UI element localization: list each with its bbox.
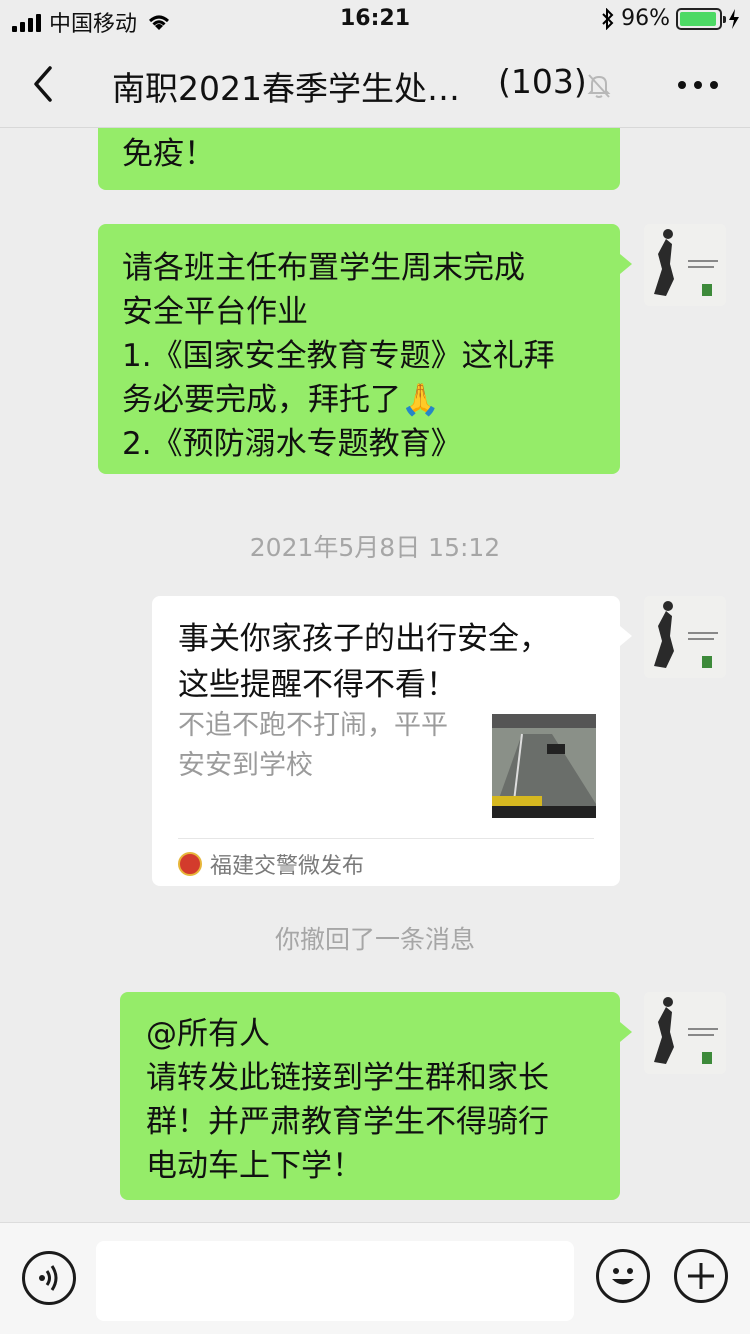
plus-icon bbox=[688, 1263, 714, 1289]
more-options-button[interactable] bbox=[678, 70, 718, 100]
battery-percent: 96% bbox=[621, 6, 670, 31]
divider bbox=[178, 838, 594, 839]
smiley-icon bbox=[612, 1268, 634, 1285]
back-icon[interactable] bbox=[26, 62, 66, 106]
avatar[interactable] bbox=[644, 224, 726, 306]
pray-emoji-icon: 🙏 bbox=[401, 382, 440, 418]
emoji-button[interactable] bbox=[596, 1249, 650, 1303]
message-input[interactable] bbox=[96, 1241, 574, 1321]
chat-header: 南职2021春季学生处… (103) bbox=[0, 40, 750, 128]
charging-icon bbox=[729, 8, 739, 29]
avatar-player-icon bbox=[644, 992, 726, 1074]
message-bubble[interactable]: 免疫！ bbox=[98, 128, 620, 190]
chat-title: 南职2021春季学生处… bbox=[112, 69, 460, 108]
chat-input-bar bbox=[0, 1222, 750, 1334]
link-card-thumbnail bbox=[492, 714, 596, 818]
chat-messages[interactable]: 免疫！ 请各班主任布置学生周末完成 安全平台作业 1.《国家安全教育专题》这礼拜… bbox=[0, 128, 750, 1222]
avatar[interactable] bbox=[644, 596, 726, 678]
voice-icon bbox=[39, 1265, 58, 1291]
mute-bell-icon bbox=[587, 74, 611, 98]
link-card[interactable]: 事关你家孩子的出行安全， 这些提醒不得不看！ 不追不跑不打闹，平平 安安到学校 … bbox=[152, 596, 632, 886]
avatar[interactable] bbox=[644, 992, 726, 1074]
avatar-player-icon bbox=[644, 224, 726, 306]
message-bubble[interactable]: @所有人 请转发此链接到学生群和家长 群！并严肃教育学生不得骑行 电动车上下学！ bbox=[120, 992, 632, 1200]
link-card-title: 事关你家孩子的出行安全， 这些提醒不得不看！ bbox=[178, 621, 550, 703]
message-timestamp: 2021年5月8日 15:12 bbox=[249, 533, 501, 562]
battery-icon bbox=[676, 7, 726, 30]
member-count: (103) bbox=[498, 62, 587, 101]
voice-input-button[interactable] bbox=[22, 1251, 76, 1305]
recall-notice: 你撤回了一条消息 bbox=[274, 925, 475, 954]
police-badge-icon bbox=[178, 852, 202, 876]
more-functions-button[interactable] bbox=[674, 1249, 728, 1303]
bluetooth-icon bbox=[602, 7, 614, 30]
link-card-source: 福建交警微发布 bbox=[178, 846, 364, 882]
message-bubble[interactable]: 请各班主任布置学生周末完成 安全平台作业 1.《国家安全教育专题》这礼拜 务必要… bbox=[98, 224, 632, 474]
link-card-description: 不追不跑不打闹，平平 安安到学校 bbox=[178, 710, 448, 781]
status-bar: 中国移动 16:21 96% bbox=[0, 0, 750, 40]
avatar-player-icon bbox=[644, 596, 726, 678]
